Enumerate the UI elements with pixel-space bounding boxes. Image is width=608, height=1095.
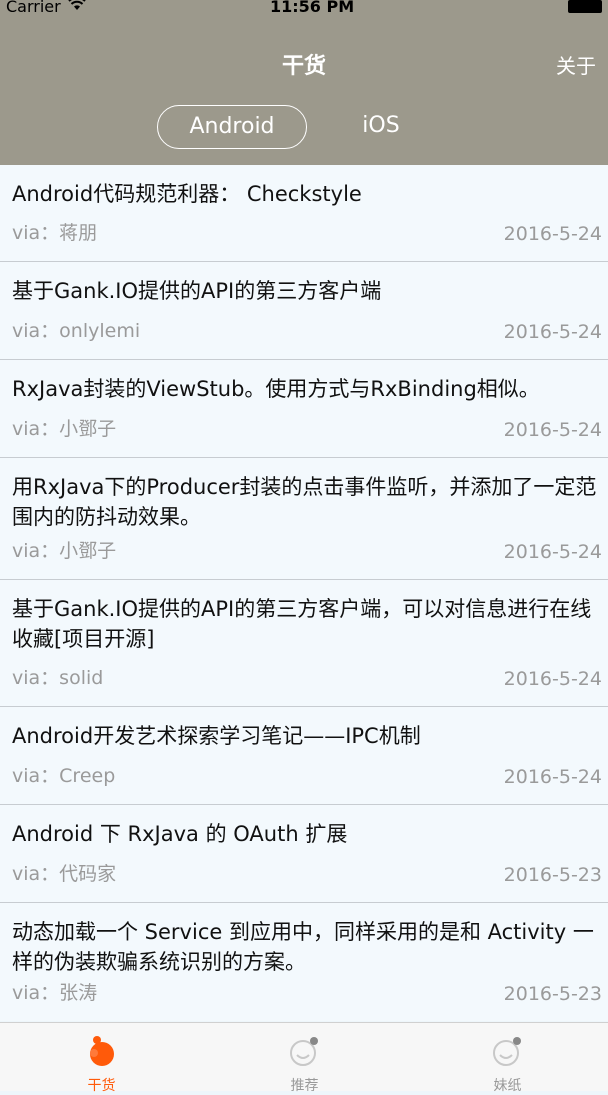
- article-author: via：小鄧子: [12, 418, 117, 440]
- navigation-bar: 干货 关于 Android iOS: [0, 18, 608, 165]
- article-title: Android 下 RxJava 的 OAuth 扩展: [12, 822, 348, 846]
- list-item[interactable]: 基于Gank.IO提供的API的第三方客户端 via：onlylemi 2016…: [0, 262, 608, 360]
- tab-girls[interactable]: 妹纸: [406, 1023, 608, 1094]
- article-date: 2016-5-24: [503, 541, 602, 563]
- article-author: via：Creep: [12, 765, 116, 787]
- article-author: via：张涛: [12, 982, 98, 1004]
- list-item[interactable]: Android开发艺术探索学习笔记——IPC机制 via：Creep 2016-…: [0, 707, 608, 805]
- about-button[interactable]: 关于: [556, 50, 596, 79]
- status-bar: Carrier 11:56 PM: [0, 0, 608, 18]
- article-date: 2016-5-23: [503, 864, 602, 886]
- article-title: 动态加载一个 Service 到应用中，同样采用的是和 Activity 一样的…: [12, 920, 594, 974]
- wifi-icon: [68, 0, 86, 15]
- article-author: via：代码家: [12, 863, 117, 885]
- article-date: 2016-5-24: [503, 321, 602, 343]
- article-author: via：onlylemi: [12, 320, 141, 342]
- tab-label: 妹纸: [493, 1078, 522, 1094]
- tab-dry-goods[interactable]: 干货: [0, 1023, 203, 1094]
- article-author: via：小鄧子: [12, 540, 117, 562]
- segment-android[interactable]: Android: [157, 105, 307, 149]
- article-author: via：蒋朋: [12, 222, 98, 244]
- tab-label: 干货: [87, 1078, 116, 1094]
- list-item[interactable]: 用RxJava下的Producer封装的点击事件监听，并添加了一定范围内的防抖动…: [0, 458, 608, 580]
- list-item[interactable]: RxJava封装的ViewStub。使用方式与RxBinding相似。 via：…: [0, 360, 608, 458]
- status-time: 11:56 PM: [270, 0, 355, 16]
- article-title: 基于Gank.IO提供的API的第三方客户端: [12, 279, 382, 303]
- carrier-label: Carrier: [6, 0, 61, 16]
- list-item[interactable]: Android代码规范利器： Checkstyle via：蒋朋 2016-5-…: [0, 165, 608, 262]
- article-title: Android开发艺术探索学习笔记——IPC机制: [12, 724, 421, 748]
- article-date: 2016-5-24: [503, 766, 602, 788]
- tab-label: 推荐: [290, 1078, 319, 1094]
- list-item[interactable]: 动态加载一个 Service 到应用中，同样采用的是和 Activity 一样的…: [0, 903, 608, 1021]
- article-title: RxJava封装的ViewStub。使用方式与RxBinding相似。: [12, 377, 540, 401]
- dry-goods-icon: [86, 1035, 118, 1067]
- article-date: 2016-5-24: [503, 419, 602, 441]
- article-date: 2016-5-24: [503, 668, 602, 690]
- page-title: 干货: [281, 54, 326, 79]
- tab-bar: 干货 推荐 妹纸: [0, 1022, 608, 1094]
- article-author: via：solid: [12, 667, 104, 689]
- article-list: Android代码规范利器： Checkstyle via：蒋朋 2016-5-…: [0, 165, 608, 1021]
- article-date: 2016-5-23: [503, 983, 602, 1005]
- segment-ios[interactable]: iOS: [331, 105, 431, 147]
- tab-recommend[interactable]: 推荐: [203, 1023, 406, 1094]
- article-title: 基于Gank.IO提供的API的第三方客户端，可以对信息进行在线收藏[项目开源]: [12, 597, 592, 651]
- list-item[interactable]: Android 下 RxJava 的 OAuth 扩展 via：代码家 2016…: [0, 805, 608, 903]
- list-item[interactable]: 基于Gank.IO提供的API的第三方客户端，可以对信息进行在线收藏[项目开源]…: [0, 580, 608, 707]
- article-title: Android代码规范利器： Checkstyle: [12, 182, 362, 206]
- recommend-icon: [289, 1035, 321, 1067]
- battery-icon: [568, 0, 602, 13]
- article-title: 用RxJava下的Producer封装的点击事件监听，并添加了一定范围内的防抖动…: [12, 475, 597, 529]
- girls-icon: [492, 1035, 524, 1067]
- article-date: 2016-5-24: [503, 223, 602, 245]
